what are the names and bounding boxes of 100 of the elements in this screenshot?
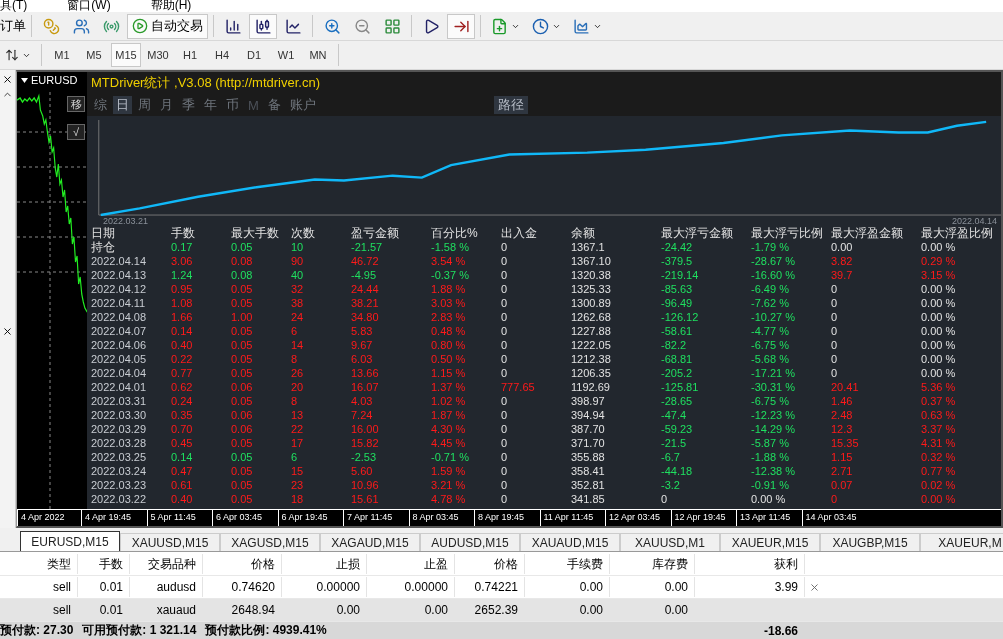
table-cell-text: -219.14 [661,268,700,282]
chart-tab[interactable]: XAUEUR,M [920,533,1003,551]
timeframe-button[interactable]: M5 [79,43,109,67]
timeframe-button[interactable]: M30 [143,43,173,67]
table-cell-text: 352.81 [571,478,606,492]
table-cell-text: 3.03 % [431,296,467,310]
chart-tab[interactable]: XAGAUD,M15 [320,533,420,551]
coins-icon [42,17,60,35]
table-cell-text: 0.05 [231,464,254,478]
timeframe-button[interactable]: M1 [47,43,77,67]
chart-tab[interactable]: XAUUSD,M1 [620,533,720,551]
period-tab[interactable]: 周 [135,96,154,114]
path-button[interactable]: 路径 [493,96,528,114]
period-tab[interactable]: 综 [91,96,110,114]
table-cell-text: 0 [501,492,509,506]
timeframe-button[interactable]: M15 [111,43,141,67]
period-tab[interactable]: 账户 [286,96,319,114]
period-tab[interactable]: 季 [179,96,198,114]
table-cell-text: -59.23 [661,422,694,436]
table-cell-text: 0.35 [171,408,194,422]
table-cell-text: 1.59 % [431,464,467,478]
new-order-button[interactable]: 订单 [0,17,26,35]
table-cell-text: 2.48 [831,408,854,422]
table-cell-text: 1.46 [831,394,854,408]
line-chart-icon [284,17,302,35]
table-cell-text: 8 [291,352,299,366]
table-cell-text: 0.05 [231,338,254,352]
chart-tab[interactable]: XAUAUD,M15 [520,533,620,551]
table-cell-text: -7.62 % [751,296,790,310]
table-cell-text: 341.85 [571,492,606,506]
table-cell-text: 0 [831,492,839,506]
table-cell-text: 34.80 [351,310,380,324]
table-cell-text: -16.60 % [751,268,797,282]
table-cell-text: -3.2 [661,478,681,492]
table-cell-text: 1.15 [831,450,854,464]
date-cell-text: 2022.04.11 [91,296,147,310]
dropdown-arrow-icon[interactable] [21,77,28,83]
menu-item[interactable]: 具(T) [0,0,28,11]
period-tab[interactable]: 日 [113,96,132,114]
time-label: 11 Apr 11:45 [539,510,605,526]
period-tab[interactable]: 月 [157,96,176,114]
chart-side-button[interactable]: √ [67,124,85,140]
table-cell-text: 0.05 [231,436,254,450]
table-cell-text: -14.29 % [751,422,797,436]
table-cell-text: -10.27 % [751,310,797,324]
chart-tab[interactable]: EURUSD,M15 [20,531,120,551]
table-cell-text: 1.02 % [431,394,467,408]
table-cell-text: -17.21 % [751,366,797,380]
table-cell-text: -21.57 [351,240,384,254]
table-cell-text: -68.81 [661,352,694,366]
table-cell-text: 15.61 [351,492,380,506]
timeframe-button[interactable]: H1 [175,43,205,67]
chart-tab[interactable]: AUDUSD,M15 [420,533,520,551]
timeframe-button[interactable]: W1 [271,43,301,67]
menu-item[interactable]: 帮助(H) [150,0,192,11]
table-cell-text: 0.00 % [921,296,957,310]
table-cell-text: 0.37 % [921,394,957,408]
chart-symbol: EURUSD [31,74,78,86]
bar-chart-icon [224,17,242,35]
clock-icon [532,17,549,35]
table-cell-text: 13.66 [351,366,380,380]
trade-row[interactable]: sell 0.01 xauaud 2648.94 0.00 0.00 2652.39 0.00 0.00 [0,599,1003,622]
table-cell-text: 0 [501,240,509,254]
toolbar-button[interactable] [447,13,475,39]
table-cell-text: -6.75 % [751,338,790,352]
table-cell-text: 0 [501,394,509,408]
period-tab[interactable]: 备 [264,96,284,114]
chart-tab[interactable]: XAGUSD,M15 [220,533,320,551]
close-icon[interactable] [2,326,13,337]
table-cell-text: 1.37 % [431,380,467,394]
trade-row[interactable]: sell 0.01 audusd 0.74620 0.00000 0.00000 0.74221 0.00 0.00 3.99 [0,576,1003,599]
margin-text: 预付款: 27.30 [0,622,74,639]
table-cell-text: 90 [291,254,305,268]
date-cell-text: 2022.03.24 [91,464,148,478]
table-cell-text: 3.82 [831,254,854,268]
table-cell-text: 0.48 % [431,324,467,338]
table-cell-text: 3.54 % [431,254,467,268]
timeframe-button[interactable]: MN [303,43,333,67]
close-icon[interactable] [2,74,13,85]
table-cell-text: 6.03 [351,352,374,366]
window-title: MTDriver统计 ,V3.08 (http://mtdriver.cn) [87,72,1001,94]
period-tab[interactable]: 年 [201,96,220,114]
table-cell-text: -28.67 % [751,254,797,268]
table-cell-text: 26 [291,366,305,380]
column-header: 日期 [91,226,116,240]
period-tab[interactable]: 币 [223,96,242,114]
table-cell-text: 0.62 [171,380,194,394]
table-cell-text: -58.61 [661,324,694,338]
timeframe-button[interactable]: D1 [239,43,269,67]
auto-trading-button[interactable]: 自动交易 [127,13,208,39]
chart-tab[interactable]: XAUGBP,M15 [820,533,920,551]
toolbar-button[interactable] [249,13,277,39]
table-cell-text: 0.00 % [921,240,957,254]
table-cell-text: 32 [291,282,305,296]
timeframe-button[interactable]: H4 [207,43,237,67]
chart-side-button[interactable]: 移 [67,96,85,112]
chart-tab[interactable]: XAUUSD,M15 [120,533,220,551]
table-cell-text: 0.50 % [431,352,467,366]
chart-tab[interactable]: XAUEUR,M15 [720,533,820,551]
table-cell-text: 0.05 [231,492,254,506]
